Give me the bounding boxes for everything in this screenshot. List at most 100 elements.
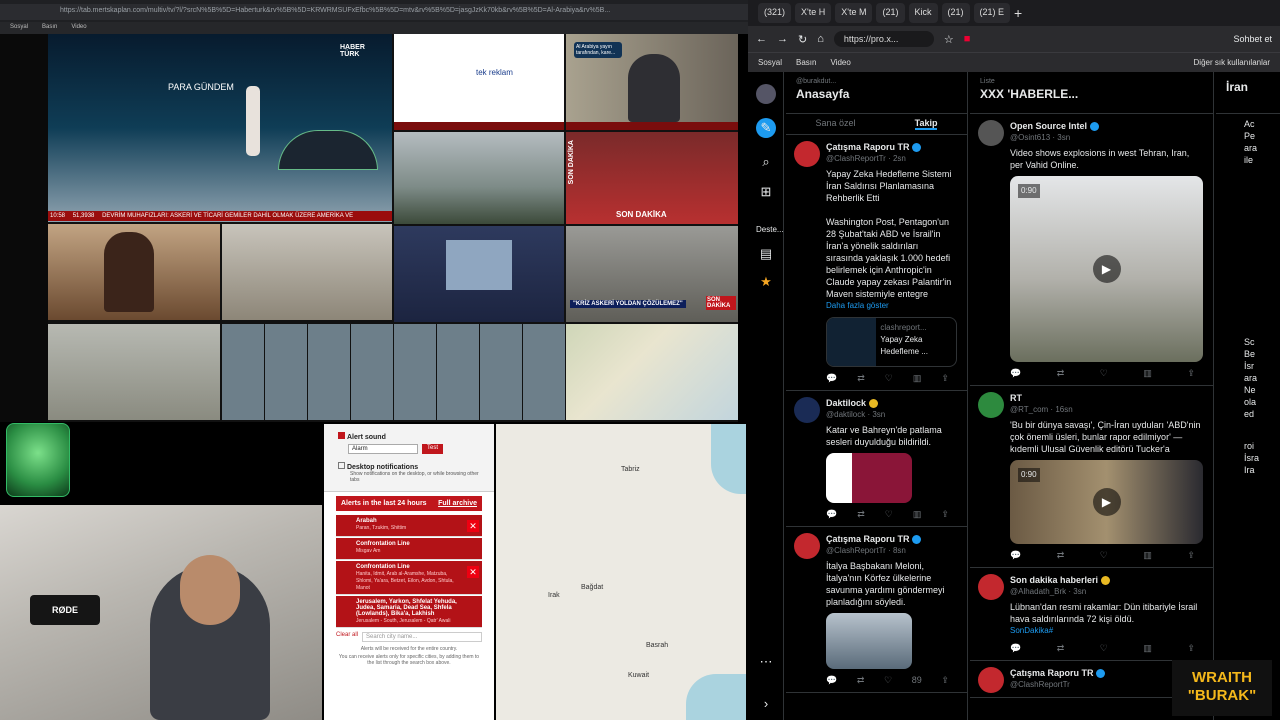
meloni-image[interactable] <box>826 613 912 669</box>
like-icon[interactable]: ♡ <box>885 372 893 384</box>
tweet-handle[interactable]: @Alhadath_Brk · 3sn <box>1010 586 1203 598</box>
like-icon[interactable]: ♡ <box>1100 367 1108 379</box>
tweet-author[interactable]: Çatışma Raporu TR <box>826 534 910 544</box>
reply-icon[interactable]: 💬 <box>826 372 837 384</box>
refresh-icon[interactable]: ↻ <box>798 33 807 46</box>
bookmark-sosyal[interactable]: Sosyal <box>10 24 28 32</box>
tweet-author[interactable]: Open Source Intel <box>1010 121 1087 131</box>
tab-kick[interactable]: Kick <box>908 3 938 23</box>
qatar-flag-image[interactable] <box>826 453 912 503</box>
clear-all-button[interactable]: Clear all <box>336 632 358 642</box>
tweet[interactable]: Son dakika haberleri @Alhadath_Brk · 3sn… <box>970 568 1213 661</box>
show-more-link[interactable]: Daha fazla göster <box>826 300 957 312</box>
left-address-bar[interactable]: https://tab.mertskaplan.com/multiv/tv/?l… <box>0 4 748 20</box>
retweet-icon[interactable]: ⇄ <box>1057 642 1065 654</box>
tile-haberturk[interactable]: PARA GÜNDEM HABER TÜRK <box>48 34 392 222</box>
tab-x-4[interactable]: (21) <box>941 3 970 23</box>
reply-icon[interactable]: 💬 <box>1010 549 1021 561</box>
tweet-video[interactable]: 0:90 ▶ <box>1010 176 1203 362</box>
stats-icon[interactable]: ▥ <box>1143 367 1152 379</box>
stats-icon[interactable]: ▥ <box>1143 642 1152 654</box>
tile-strike-smoke[interactable]: "KRİZ ASKERİ YOLDAN ÇÖZÜLEMEZ" SON DAKİK… <box>566 226 738 322</box>
region-map[interactable]: Tabriz Irak Bağdat Basrah Kuwait <box>496 424 746 720</box>
tweet[interactable]: Çatışma Raporu TR @ClashReportTr · 2sn Y… <box>786 135 967 391</box>
tweet-handle[interactable]: @RT_com · 16sn <box>1010 404 1203 416</box>
tweet[interactable]: RT @RT_com · 16sn 'Bu bir dünya savaşı',… <box>970 386 1213 568</box>
play-icon[interactable]: ▶ <box>1092 488 1121 516</box>
add-column-icon[interactable]: ⊞ <box>756 182 776 202</box>
like-icon[interactable]: ♡ <box>1100 642 1108 654</box>
share-icon[interactable]: ⇪ <box>1187 642 1195 654</box>
city-search-input[interactable]: Search city name... <box>362 632 482 642</box>
tile-city-wide[interactable] <box>48 324 220 420</box>
share-icon[interactable]: ⇪ <box>941 372 949 384</box>
decks-label[interactable]: Deste... <box>756 220 784 240</box>
share-icon[interactable]: ⇪ <box>941 508 949 520</box>
alert-sound-select[interactable]: Alarm <box>348 444 418 454</box>
tweet-author[interactable]: Son dakika haberleri <box>1010 575 1098 585</box>
tweet[interactable]: Çatışma Raporu TR @ClashReportTr · 8sn İ… <box>786 527 967 693</box>
retweet-icon[interactable]: ⇄ <box>1057 549 1065 561</box>
close-icon[interactable]: ✕ <box>467 566 479 578</box>
tweet-handle[interactable]: @ClashReportTr · 8sn <box>826 545 957 557</box>
tweet-author[interactable]: RT <box>1010 393 1022 403</box>
avatar[interactable] <box>756 84 776 104</box>
retweet-icon[interactable]: ⇄ <box>857 372 865 384</box>
stats-icon[interactable]: ▥ <box>913 372 922 384</box>
tweet-handle[interactable]: @ClashReportTr · 2sn <box>826 153 957 165</box>
reply-icon[interactable]: 💬 <box>1010 642 1021 654</box>
share-icon[interactable]: ⇪ <box>1187 367 1195 379</box>
tweet-handle[interactable]: @Osint613 · 3sn <box>1010 132 1203 144</box>
full-archive-link[interactable]: Full archive <box>438 500 477 507</box>
tweet-author[interactable]: Daktilock <box>826 398 866 408</box>
close-icon[interactable]: ✕ <box>467 520 479 532</box>
tweet-handle[interactable]: @daktilock · 3sn <box>826 409 957 421</box>
alert-item[interactable]: Jerusalem, Yarkon, Shfelat Yehuda, Judea… <box>336 596 482 628</box>
tab-x-5[interactable]: (21) E <box>973 3 1011 23</box>
more-icon[interactable]: ⋯ <box>756 652 776 672</box>
retweet-icon[interactable]: ⇄ <box>1057 367 1065 379</box>
favorites-star-icon[interactable]: ★ <box>756 272 776 292</box>
tile-woman[interactable] <box>48 224 220 320</box>
compose-icon[interactable]: ✎ <box>756 118 776 138</box>
reply-icon[interactable]: 💬 <box>1010 367 1021 379</box>
chat-button[interactable]: Sohbet et <box>1233 34 1272 44</box>
tweet-author[interactable]: Çatışma Raporu TR <box>826 142 910 152</box>
alert-item[interactable]: Confrontation Line Misgav Am <box>336 538 482 560</box>
other-bookmarks[interactable]: Diğer sık kullanılanlar <box>1194 58 1270 67</box>
tile-flight-map[interactable] <box>566 324 738 420</box>
views-count[interactable]: 89 <box>912 674 922 686</box>
tweet-video[interactable]: 0:90 ▶ <box>1010 460 1203 544</box>
stats-icon[interactable]: ▥ <box>1143 549 1152 561</box>
tweet[interactable]: Daktilock @daktilock · 3sn Katar ve Bahr… <box>786 391 967 527</box>
share-icon[interactable]: ⇪ <box>1187 549 1195 561</box>
tile-panel-show[interactable] <box>394 226 564 322</box>
retweet-icon[interactable]: ⇄ <box>857 508 865 520</box>
tab-following[interactable]: Takip <box>914 118 938 130</box>
tab-x-2[interactable]: X'te M <box>835 3 873 23</box>
tweet-author[interactable]: Çatışma Raporu TR <box>1010 668 1094 678</box>
right-address-bar[interactable]: https://pro.x... <box>833 31 934 47</box>
tile-tek-reklam[interactable]: tek reklam <box>394 34 564 130</box>
alert-item[interactable]: Arabah Paran, Tzukim, Shittim ✕ <box>336 515 482 537</box>
tile-son-dakika[interactable]: SON DAKİKA SON DAKİKA <box>566 132 738 224</box>
checkbox-alert-sound[interactable] <box>338 432 345 439</box>
reply-icon[interactable]: 💬 <box>826 508 837 520</box>
search-icon[interactable]: ⌕ <box>756 152 776 172</box>
tile-skyline[interactable] <box>394 132 564 224</box>
like-icon[interactable]: ♡ <box>1100 549 1108 561</box>
tab-youtube[interactable]: (321) <box>758 3 792 23</box>
back-icon[interactable]: ← <box>756 33 767 45</box>
tile-city-smoke[interactable] <box>222 224 392 320</box>
like-icon[interactable]: ♡ <box>884 674 892 686</box>
hashtag-link[interactable]: SonDakika# <box>1010 625 1203 637</box>
bookmark-video[interactable]: Video <box>830 58 850 67</box>
columns-icon[interactable]: ▤ <box>756 244 776 264</box>
expand-icon[interactable]: › <box>756 694 776 714</box>
like-icon[interactable]: ♡ <box>885 508 893 520</box>
bookmark-basin[interactable]: Basın <box>42 24 57 32</box>
retweet-icon[interactable]: ⇄ <box>857 674 865 686</box>
tile-al-arabiya[interactable]: Al Arabiya yayın tarafından, kare... <box>566 34 738 130</box>
tweet[interactable]: Open Source Intel @Osint613 · 3sn Video … <box>970 114 1213 386</box>
new-tab-icon[interactable]: + <box>1014 5 1022 21</box>
